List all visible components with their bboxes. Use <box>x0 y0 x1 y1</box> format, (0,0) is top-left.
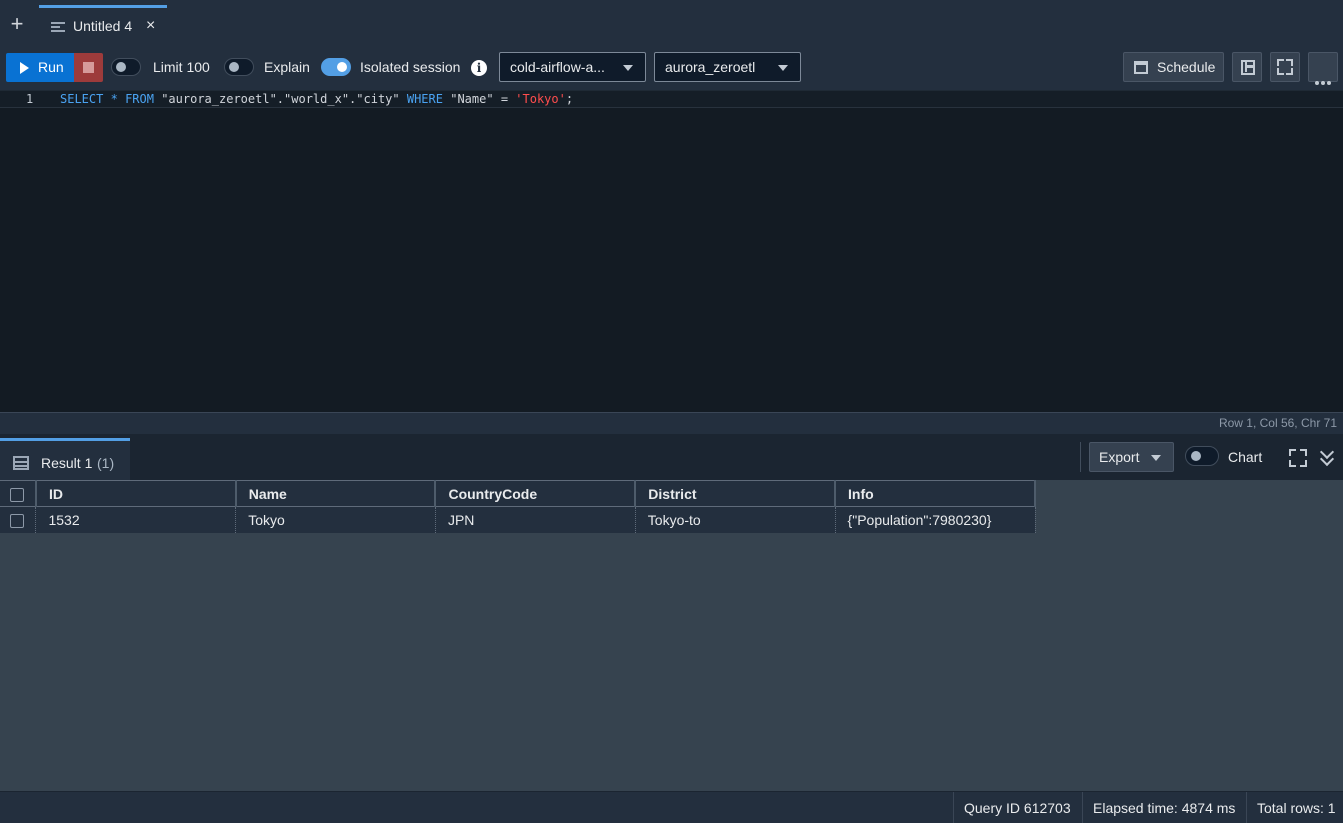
editor-toolbar: Run Limit 100 Explain Isolated session i… <box>0 46 1343 90</box>
stop-button[interactable] <box>74 53 103 82</box>
editor-status-bar: Row 1, Col 56, Chr 71 <box>0 412 1343 434</box>
sql-editor[interactable]: 1 SELECT * FROM "aurora_zeroetl"."world_… <box>0 90 1343 412</box>
string-literal: 'Tokyo' <box>515 92 566 106</box>
calendar-icon <box>1134 61 1148 74</box>
sql-code[interactable]: SELECT * FROM "aurora_zeroetl"."world_x"… <box>60 92 573 106</box>
cursor-position: Row 1, Col 56, Chr 71 <box>1218 416 1337 430</box>
star-token: * <box>110 92 118 106</box>
kw-where: WHERE <box>406 92 443 106</box>
limit-label: Limit 100 <box>153 59 210 75</box>
query-status-bar: Query ID 612703 Elapsed time: 4874 ms To… <box>0 791 1343 823</box>
result-tab-label: Result 1 <box>41 455 93 471</box>
column-header-id[interactable]: ID <box>35 480 237 507</box>
caret-down-icon <box>623 65 633 71</box>
column-ref: "Name" <box>450 92 494 106</box>
limit-toggle[interactable] <box>111 58 141 76</box>
collapse-results-icon[interactable] <box>1319 444 1337 467</box>
divider <box>1082 792 1083 823</box>
info-icon[interactable]: i <box>471 60 487 76</box>
database-select[interactable]: aurora_zeroetl <box>654 52 801 82</box>
table-row[interactable]: 1532 Tokyo JPN Tokyo-to {"Population":79… <box>0 506 1036 533</box>
chart-label: Chart <box>1228 449 1263 465</box>
isolated-session-label: Isolated session <box>360 59 461 75</box>
kw-select: SELECT <box>60 92 104 106</box>
chart-toggle[interactable] <box>1185 446 1219 466</box>
table-ref: "aurora_zeroetl"."world_x"."city" <box>161 92 400 106</box>
query-id: Query ID 612703 <box>964 800 1071 816</box>
stop-icon <box>83 62 94 73</box>
fullscreen-button[interactable] <box>1270 52 1300 82</box>
document-icon <box>51 22 65 34</box>
result-grid-area: ID Name CountryCode District Info 1532 T… <box>0 480 1343 791</box>
export-label: Export <box>1099 449 1140 465</box>
explain-label: Explain <box>264 59 310 75</box>
semicolon: ; <box>565 92 574 106</box>
result-tab-count: (1) <box>97 455 115 471</box>
column-header-name[interactable]: Name <box>235 480 437 507</box>
caret-down-icon <box>778 65 788 71</box>
schedule-label: Schedule <box>1157 59 1216 75</box>
run-button[interactable]: Run <box>6 53 74 82</box>
expand-results-icon[interactable] <box>1289 449 1307 467</box>
connection-select-value: cold-airflow-a... <box>510 59 605 75</box>
explain-toggle[interactable] <box>224 58 254 76</box>
cell-district[interactable]: Tokyo-to <box>635 506 836 533</box>
column-header-info[interactable]: Info <box>835 480 1036 507</box>
tab-untitled-4[interactable]: Untitled 4 × <box>39 5 167 46</box>
tab-label: Untitled 4 <box>73 18 133 34</box>
fullscreen-icon <box>1277 59 1293 75</box>
cell-countrycode[interactable]: JPN <box>435 506 636 533</box>
divider <box>1080 442 1081 472</box>
eq-token: = <box>500 92 509 106</box>
more-icon <box>1315 66 1333 85</box>
select-all-cell <box>0 480 37 507</box>
export-button[interactable]: Export <box>1089 442 1174 472</box>
result-tab[interactable]: Result 1 (1) <box>0 438 130 480</box>
select-all-checkbox[interactable] <box>10 487 24 502</box>
elapsed-time: Elapsed time: 4874 ms <box>1093 800 1236 816</box>
line-number: 1 <box>26 92 34 106</box>
column-header-countrycode[interactable]: CountryCode <box>435 480 637 507</box>
play-icon <box>20 62 29 74</box>
close-tab-icon[interactable]: × <box>146 17 155 35</box>
header-row: ID Name CountryCode District Info <box>0 480 1036 507</box>
result-header: Result 1 (1) Export Chart <box>0 434 1343 480</box>
table-icon <box>13 456 29 470</box>
row-select-cell <box>0 506 37 533</box>
kw-from: FROM <box>125 92 154 106</box>
new-tab-button[interactable]: + <box>6 13 28 36</box>
cell-info[interactable]: {"Population":7980230} <box>835 506 1036 533</box>
cell-id[interactable]: 1532 <box>35 506 237 533</box>
run-label: Run <box>38 59 64 75</box>
divider <box>1246 792 1247 823</box>
connection-select[interactable]: cold-airflow-a... <box>499 52 646 82</box>
caret-down-icon <box>1151 455 1161 461</box>
total-rows: Total rows: 1 <box>1257 800 1336 816</box>
divider <box>953 792 954 823</box>
more-actions-button[interactable] <box>1308 52 1338 85</box>
save-icon <box>1241 60 1255 75</box>
result-table: ID Name CountryCode District Info 1532 T… <box>0 480 1036 533</box>
isolated-session-toggle[interactable] <box>321 58 351 76</box>
tab-bar: + Untitled 4 × <box>0 0 1343 46</box>
cell-name[interactable]: Tokyo <box>235 506 436 533</box>
schedule-button[interactable]: Schedule <box>1123 52 1224 82</box>
row-checkbox[interactable] <box>10 513 24 528</box>
column-header-district[interactable]: District <box>635 480 837 507</box>
database-select-value: aurora_zeroetl <box>665 59 756 75</box>
save-button[interactable] <box>1232 52 1262 82</box>
